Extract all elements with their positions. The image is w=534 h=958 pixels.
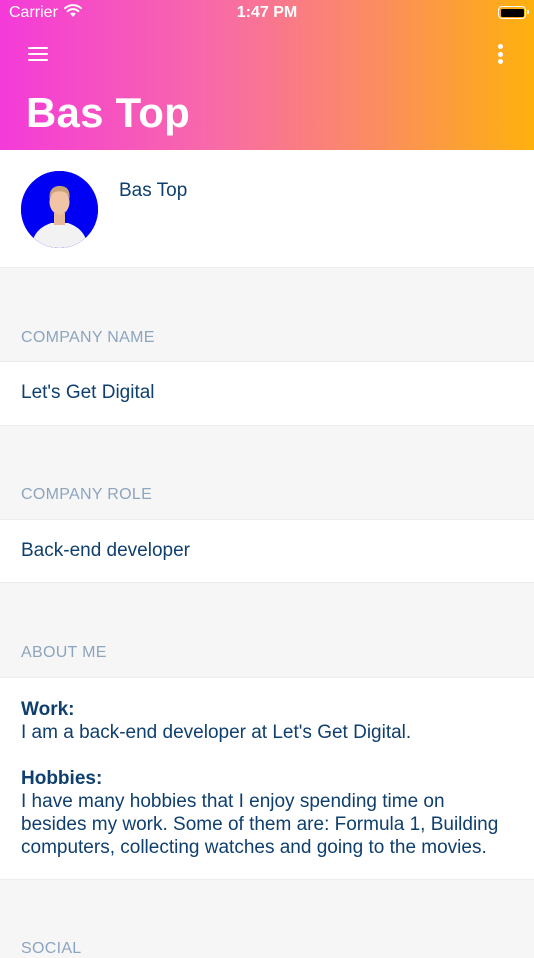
company-role-value: Back-end developer [21, 540, 190, 561]
hobbies-text-line: I have many hobbies that I enjoy spendin… [21, 791, 445, 812]
work-heading: Work: [21, 699, 75, 720]
avatar [21, 171, 98, 248]
company-name-value: Let's Get Digital [21, 382, 155, 403]
social-label: SOCIAL [21, 940, 82, 957]
hamburger-menu-icon[interactable] [28, 45, 50, 63]
more-options-icon[interactable] [498, 44, 504, 64]
work-text: I am a back-end developer at Let's Get D… [21, 722, 412, 743]
hobbies-heading: Hobbies: [21, 768, 103, 789]
company-role-row: Back-end developer [0, 519, 534, 583]
page-title: Bas Top [26, 89, 190, 136]
profile-card: Bas Top [0, 150, 534, 268]
hobbies-text-line: besides my work. Some of them are: Formu… [21, 814, 499, 835]
status-bar: Carrier 1:47 PM [0, 0, 534, 28]
status-time: 1:47 PM [236, 4, 298, 21]
company-name-label: COMPANY NAME [21, 329, 155, 346]
company-name-row: Let's Get Digital [0, 361, 534, 426]
company-role-label: COMPANY ROLE [21, 486, 153, 503]
battery-icon [498, 6, 529, 19]
hobbies-text-line: computers, collecting watches and going … [21, 837, 487, 858]
about-me-label: ABOUT ME [21, 644, 107, 661]
profile-name: Bas Top [119, 180, 188, 201]
about-me-card: Work: I am a back-end developer at Let's… [0, 677, 534, 880]
app-header: Carrier 1:47 PM Bas Top [0, 0, 534, 150]
